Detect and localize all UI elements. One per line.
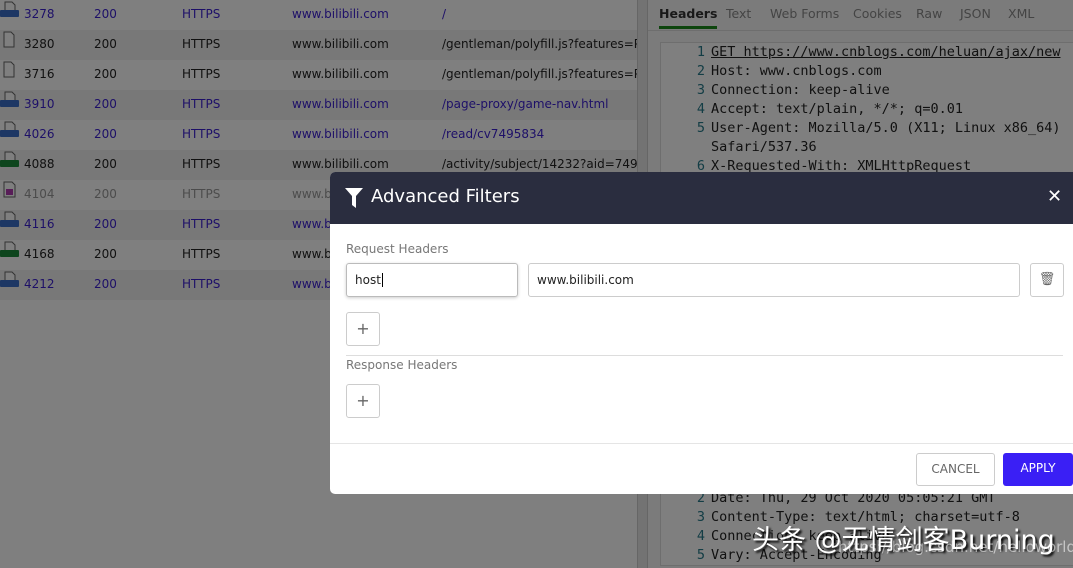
add-request-header-button[interactable]: + (346, 312, 380, 346)
add-response-header-button[interactable]: + (346, 384, 380, 418)
response-headers-label: Response Headers (346, 358, 458, 372)
divider (346, 355, 1063, 356)
dialog-header: Advanced Filters ✕ (330, 172, 1073, 224)
cancel-button[interactable]: CANCEL (916, 453, 995, 486)
delete-header-button[interactable]: 🗑 (1030, 263, 1064, 297)
filter-icon (345, 188, 363, 208)
close-icon[interactable]: ✕ (1047, 186, 1062, 207)
watermark-url: https://blog.csdn.net/helloworld...n (838, 538, 1073, 556)
advanced-filters-dialog: Advanced Filters ✕ Request Headers host … (330, 172, 1073, 494)
trash-icon: 🗑 (1038, 272, 1056, 287)
header-value-input[interactable]: www.bilibili.com (528, 263, 1020, 297)
header-name-input[interactable]: host (346, 263, 518, 297)
apply-button[interactable]: APPLY (1003, 453, 1073, 486)
dialog-title: Advanced Filters (371, 186, 520, 207)
request-headers-label: Request Headers (346, 242, 449, 256)
